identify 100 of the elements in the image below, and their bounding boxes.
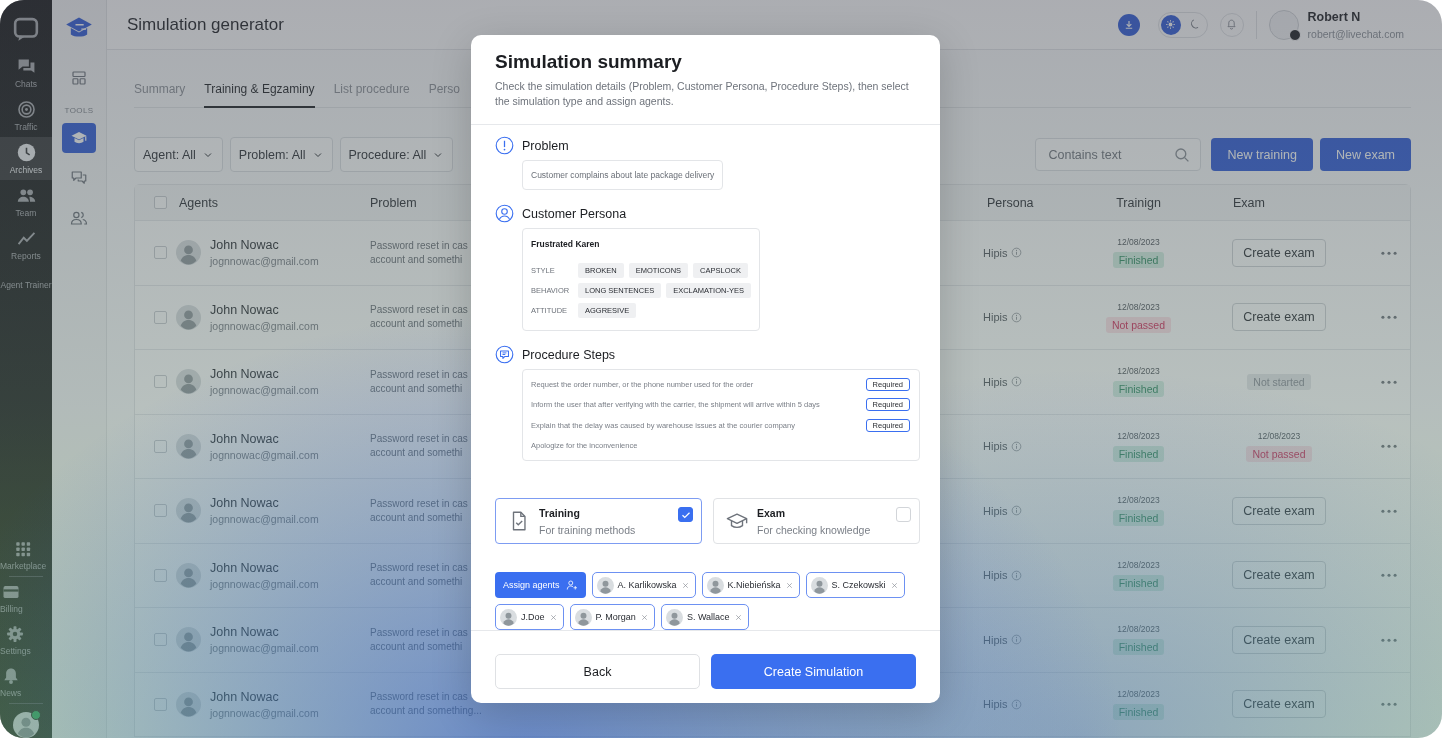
create-exam-button[interactable]: Create exam [1232, 496, 1326, 525]
create-exam-button[interactable]: Create exam [1232, 561, 1326, 590]
agent-email: jognnowac@gmail.com [210, 448, 319, 461]
nav-button[interactable] [62, 123, 96, 153]
training-status: Not passed [1105, 316, 1172, 333]
sidebar-item[interactable]: News [0, 661, 22, 703]
sidebar-item[interactable]: Agent Trainer [0, 266, 52, 304]
tab[interactable]: Perso [428, 82, 461, 108]
sidebar-item[interactable]: Settings [0, 619, 31, 661]
theme-option[interactable] [1160, 14, 1181, 35]
alert-icon [495, 136, 514, 155]
row-checkbox[interactable] [154, 568, 167, 582]
filter-dropdown[interactable]: Problem: All [229, 137, 333, 172]
remove-button[interactable] [639, 612, 649, 622]
agent-name: John Nowac [210, 689, 280, 704]
training-date: 12/08/2023 [1117, 430, 1160, 441]
bell-icon [1225, 18, 1239, 31]
settings-icon [6, 624, 25, 643]
create-exam-button[interactable]: Create exam [1232, 238, 1326, 267]
column-header: Persona [986, 195, 1035, 210]
user-avatar[interactable] [1268, 9, 1299, 40]
persona-name: Hipis [983, 569, 1008, 582]
agent-name: K.Niebieńska [727, 580, 781, 590]
exam-date: 12/08/2023 [1257, 430, 1301, 441]
more-button[interactable] [1380, 315, 1397, 320]
row-checkbox[interactable] [154, 375, 167, 389]
theme-toggle[interactable] [1157, 11, 1208, 38]
create-exam-button[interactable]: Create exam [1232, 303, 1326, 332]
more-button[interactable] [1380, 379, 1397, 384]
dots-icon [1380, 637, 1397, 642]
remove-button[interactable] [680, 580, 690, 590]
sidebar-item[interactable]: Traffic [0, 94, 52, 137]
info-icon [1011, 376, 1023, 388]
remove-button[interactable] [784, 580, 794, 590]
create-simulation-button[interactable]: Create Simulation [711, 654, 916, 689]
persona-name: Hipis [983, 375, 1008, 388]
action-button[interactable]: New training [1211, 138, 1313, 171]
sidebar-item[interactable]: Team [0, 180, 52, 223]
remove-button[interactable] [733, 612, 743, 622]
avatar [176, 691, 201, 717]
remove-button[interactable] [548, 612, 558, 622]
info-icon [1011, 247, 1023, 259]
info-icon [1011, 634, 1023, 646]
agent-email: jognnowac@gmail.com [210, 384, 319, 397]
more-button[interactable] [1380, 573, 1397, 578]
assign-agents-button[interactable]: Assign agents [495, 572, 586, 598]
more-button[interactable] [1380, 250, 1397, 255]
action-button[interactable]: New exam [1319, 138, 1411, 171]
row-checkbox[interactable] [154, 246, 167, 260]
row-checkbox[interactable] [154, 439, 167, 453]
download-button[interactable] [1117, 13, 1140, 36]
training-date: 12/08/2023 [1117, 366, 1160, 377]
row-checkbox[interactable] [154, 697, 167, 711]
more-button[interactable] [1380, 508, 1397, 513]
problem-text: Customer complains about late package delivery [522, 160, 724, 190]
row-checkbox[interactable] [154, 633, 167, 647]
agent-name: John Nowac [210, 496, 280, 511]
type-option[interactable]: Training For training methods [495, 498, 702, 544]
select-all-checkbox[interactable] [154, 196, 167, 209]
agent-name: A. Karlikowska [617, 580, 677, 590]
agent-name: John Nowac [210, 367, 280, 382]
more-button[interactable] [1380, 702, 1397, 707]
training-status: Finished [1112, 381, 1165, 398]
row-checkbox[interactable] [154, 504, 167, 518]
tab[interactable]: List procedure [333, 82, 410, 108]
sidebar-item[interactable]: Marketplace [0, 534, 47, 576]
sidebar-item[interactable]: Archives [0, 137, 52, 180]
dots-icon [1380, 444, 1397, 449]
sidebar-item[interactable]: Chats [0, 51, 52, 94]
agent-name: John Nowac [210, 625, 280, 640]
people-icon [70, 209, 88, 227]
type-checkbox[interactable] [678, 507, 693, 522]
training-status: Finished [1112, 510, 1165, 527]
dots-icon [1380, 379, 1397, 384]
remove-button[interactable] [889, 580, 899, 590]
avatar [665, 608, 683, 626]
search-field[interactable]: Contains text [1035, 138, 1202, 171]
row-checkbox[interactable] [154, 310, 167, 324]
more-button[interactable] [1380, 637, 1397, 642]
avatar [176, 369, 201, 395]
type-option[interactable]: Exam For checking knowledge [713, 498, 920, 544]
filter-dropdown[interactable]: Agent: All [134, 137, 223, 172]
more-button[interactable] [1380, 444, 1397, 449]
tab[interactable]: Summary [134, 82, 186, 108]
back-button[interactable]: Back [495, 654, 700, 689]
add-user-icon [565, 579, 578, 591]
create-exam-button[interactable]: Create exam [1232, 690, 1326, 719]
dots-icon [1380, 573, 1397, 578]
user-icon [495, 204, 514, 223]
training-status: Finished [1112, 574, 1165, 591]
tab[interactable]: Training & Egzaminy [204, 82, 315, 108]
sidebar-item[interactable]: Billing [0, 577, 23, 619]
avatar [706, 576, 724, 594]
agent-name: J.Doe [521, 612, 545, 622]
sidebar-item[interactable]: Reports [0, 223, 52, 266]
training-status: Finished [1112, 252, 1165, 269]
avatar [176, 498, 201, 524]
create-exam-button[interactable]: Create exam [1232, 625, 1326, 654]
filter-dropdown[interactable]: Procedure: All [339, 137, 454, 172]
user-avatar [13, 712, 39, 738]
